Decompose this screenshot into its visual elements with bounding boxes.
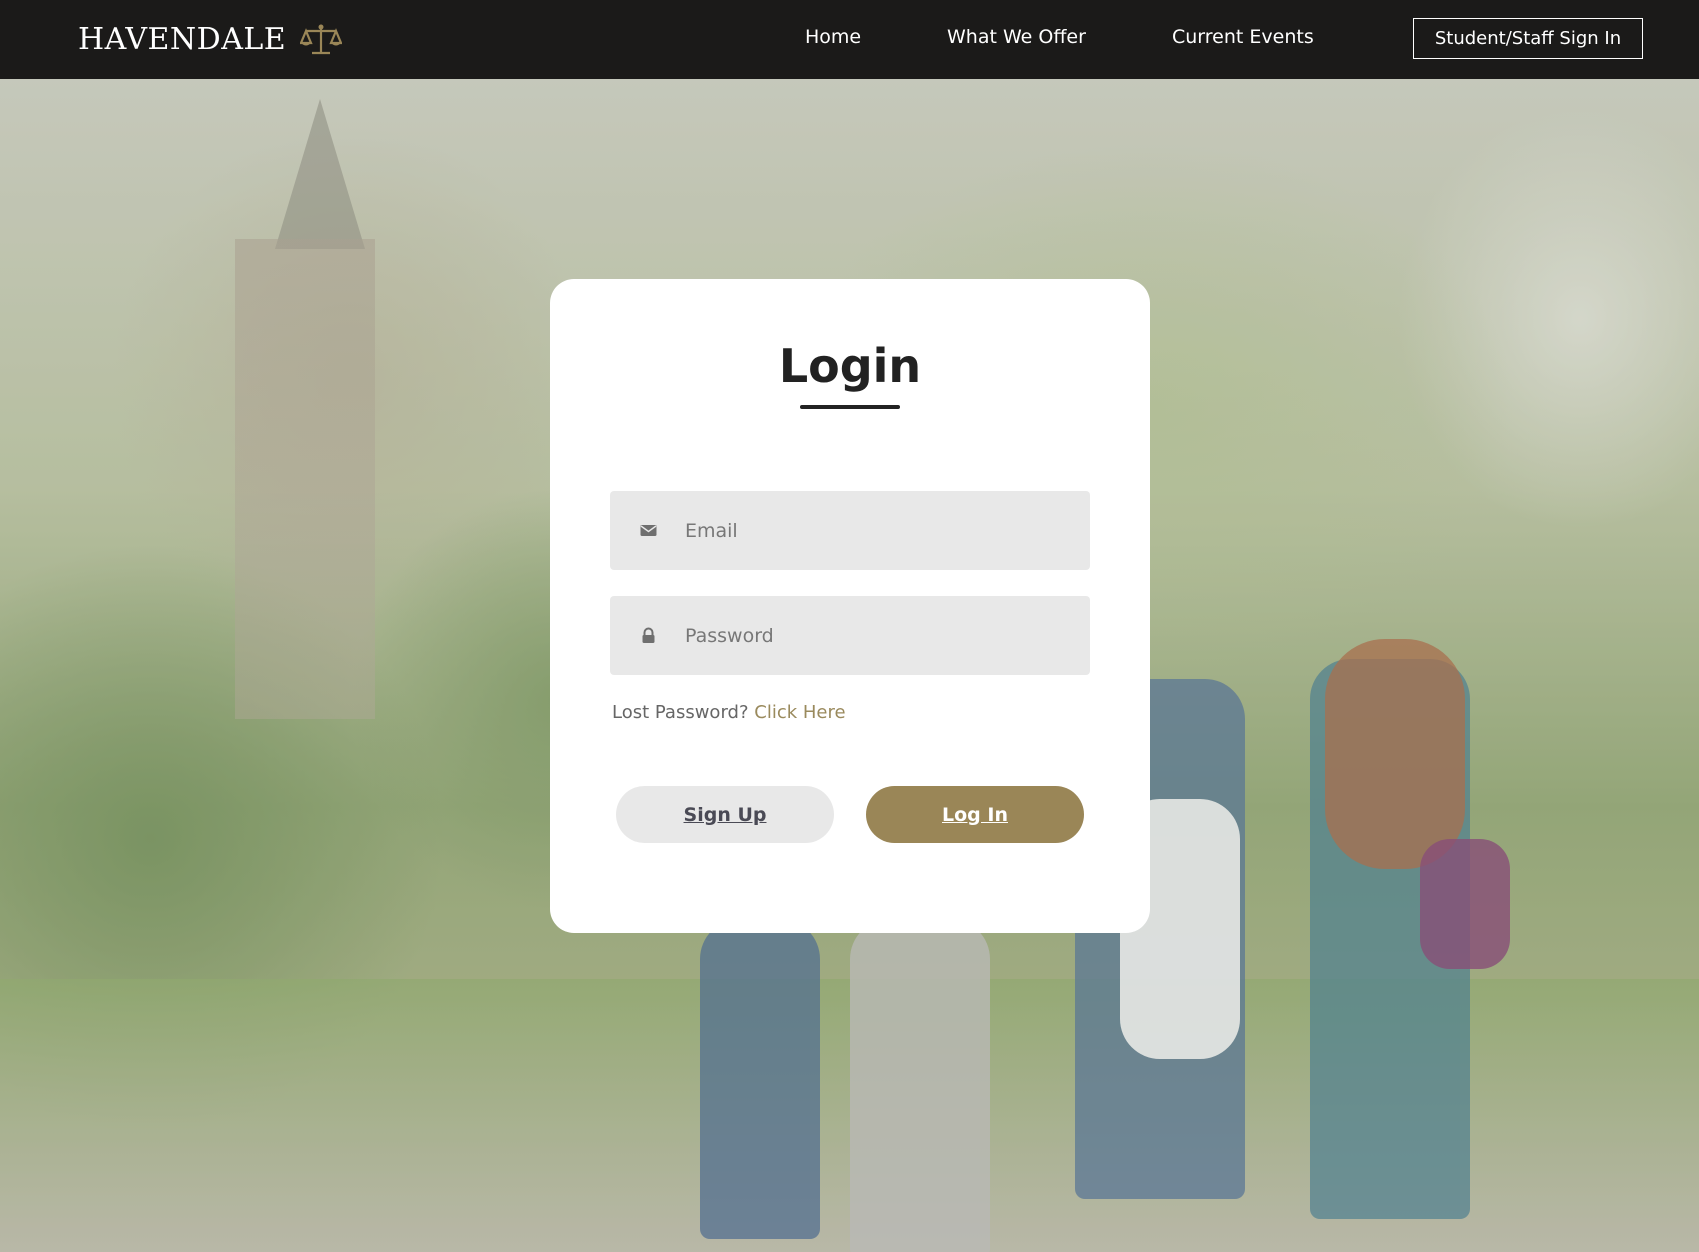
sign-up-button[interactable]: Sign Up xyxy=(616,786,834,843)
top-navbar: HAVENDALE Home What We Offer Current Eve… xyxy=(0,0,1699,79)
lost-password-text: Lost Password? xyxy=(612,702,749,723)
main-nav: Home What We Offer Current Events Studen… xyxy=(0,0,1699,79)
lost-password-row: Lost Password? Click Here xyxy=(612,702,846,723)
password-field-container xyxy=(610,596,1090,675)
login-title: Login xyxy=(778,339,922,393)
lock-icon xyxy=(642,627,655,643)
lost-password-link[interactable]: Click Here xyxy=(754,702,845,723)
student-staff-signin-button[interactable]: Student/Staff Sign In xyxy=(1413,18,1643,59)
nav-link-what-we-offer[interactable]: What We Offer xyxy=(947,26,1086,48)
log-in-button[interactable]: Log In xyxy=(866,786,1084,843)
nav-link-home[interactable]: Home xyxy=(805,26,861,48)
nav-link-current-events[interactable]: Current Events xyxy=(1172,26,1314,48)
email-field-container xyxy=(610,491,1090,570)
password-input[interactable] xyxy=(685,596,1075,675)
login-card: Login Lost Password? Click Here Sign Up … xyxy=(550,279,1150,933)
title-underline xyxy=(800,405,900,409)
envelope-icon xyxy=(640,525,657,536)
email-input[interactable] xyxy=(685,491,1075,570)
